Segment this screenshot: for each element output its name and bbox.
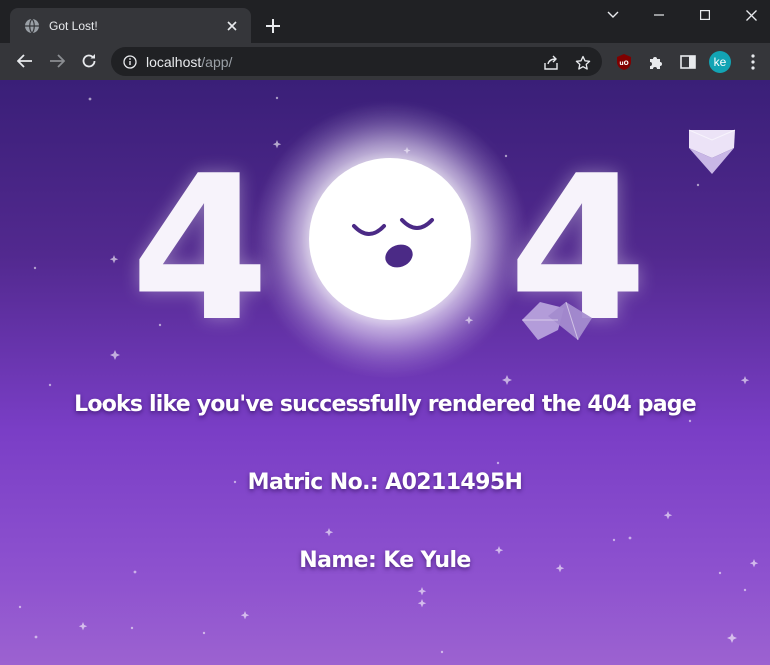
tab-search-icon[interactable] xyxy=(590,0,636,30)
globe-icon xyxy=(24,18,40,34)
extensions-puzzle-icon[interactable] xyxy=(644,50,668,74)
url-host: localhost xyxy=(146,53,202,70)
close-window-button[interactable] xyxy=(728,0,770,30)
crystal-cluster-icon xyxy=(522,301,592,341)
crystal-gem-icon xyxy=(688,129,736,174)
close-tab-icon[interactable] xyxy=(223,17,241,35)
share-icon[interactable] xyxy=(539,51,563,75)
page-viewport: 4 4 Looks like you've successfully rende… xyxy=(0,80,770,665)
browser-titlebar: Got Lost! xyxy=(0,0,770,43)
new-tab-button[interactable] xyxy=(262,15,284,37)
browser-tab[interactable]: Got Lost! xyxy=(10,8,251,43)
browser-toolbar: localhost/app/ uO ke xyxy=(0,43,770,80)
profile-avatar[interactable]: ke xyxy=(709,51,731,73)
maximize-button[interactable] xyxy=(682,0,728,30)
digit-four-left: 4 xyxy=(130,133,270,366)
address-bar[interactable]: localhost/app/ xyxy=(111,47,602,76)
forward-button[interactable] xyxy=(43,47,71,75)
ublock-origin-icon[interactable]: uO xyxy=(612,50,636,74)
minimize-button[interactable] xyxy=(636,0,682,30)
not-found-message: Looks like you've successfully rendered … xyxy=(74,392,696,417)
back-button[interactable] xyxy=(11,47,39,75)
bookmark-star-icon[interactable] xyxy=(571,51,595,75)
matric-number: Matric No.: A0211495H xyxy=(247,470,523,495)
info-icon[interactable] xyxy=(123,54,137,69)
svg-text:uO: uO xyxy=(619,60,628,67)
student-name: Name: Ke Yule xyxy=(299,548,471,573)
url-path: /app/ xyxy=(201,53,233,70)
sleeping-face-icon xyxy=(352,218,434,268)
reload-button[interactable] xyxy=(75,47,103,75)
side-panel-icon[interactable] xyxy=(676,50,700,74)
tab-title: Got Lost! xyxy=(49,18,98,33)
menu-kebab-icon[interactable] xyxy=(741,50,765,74)
